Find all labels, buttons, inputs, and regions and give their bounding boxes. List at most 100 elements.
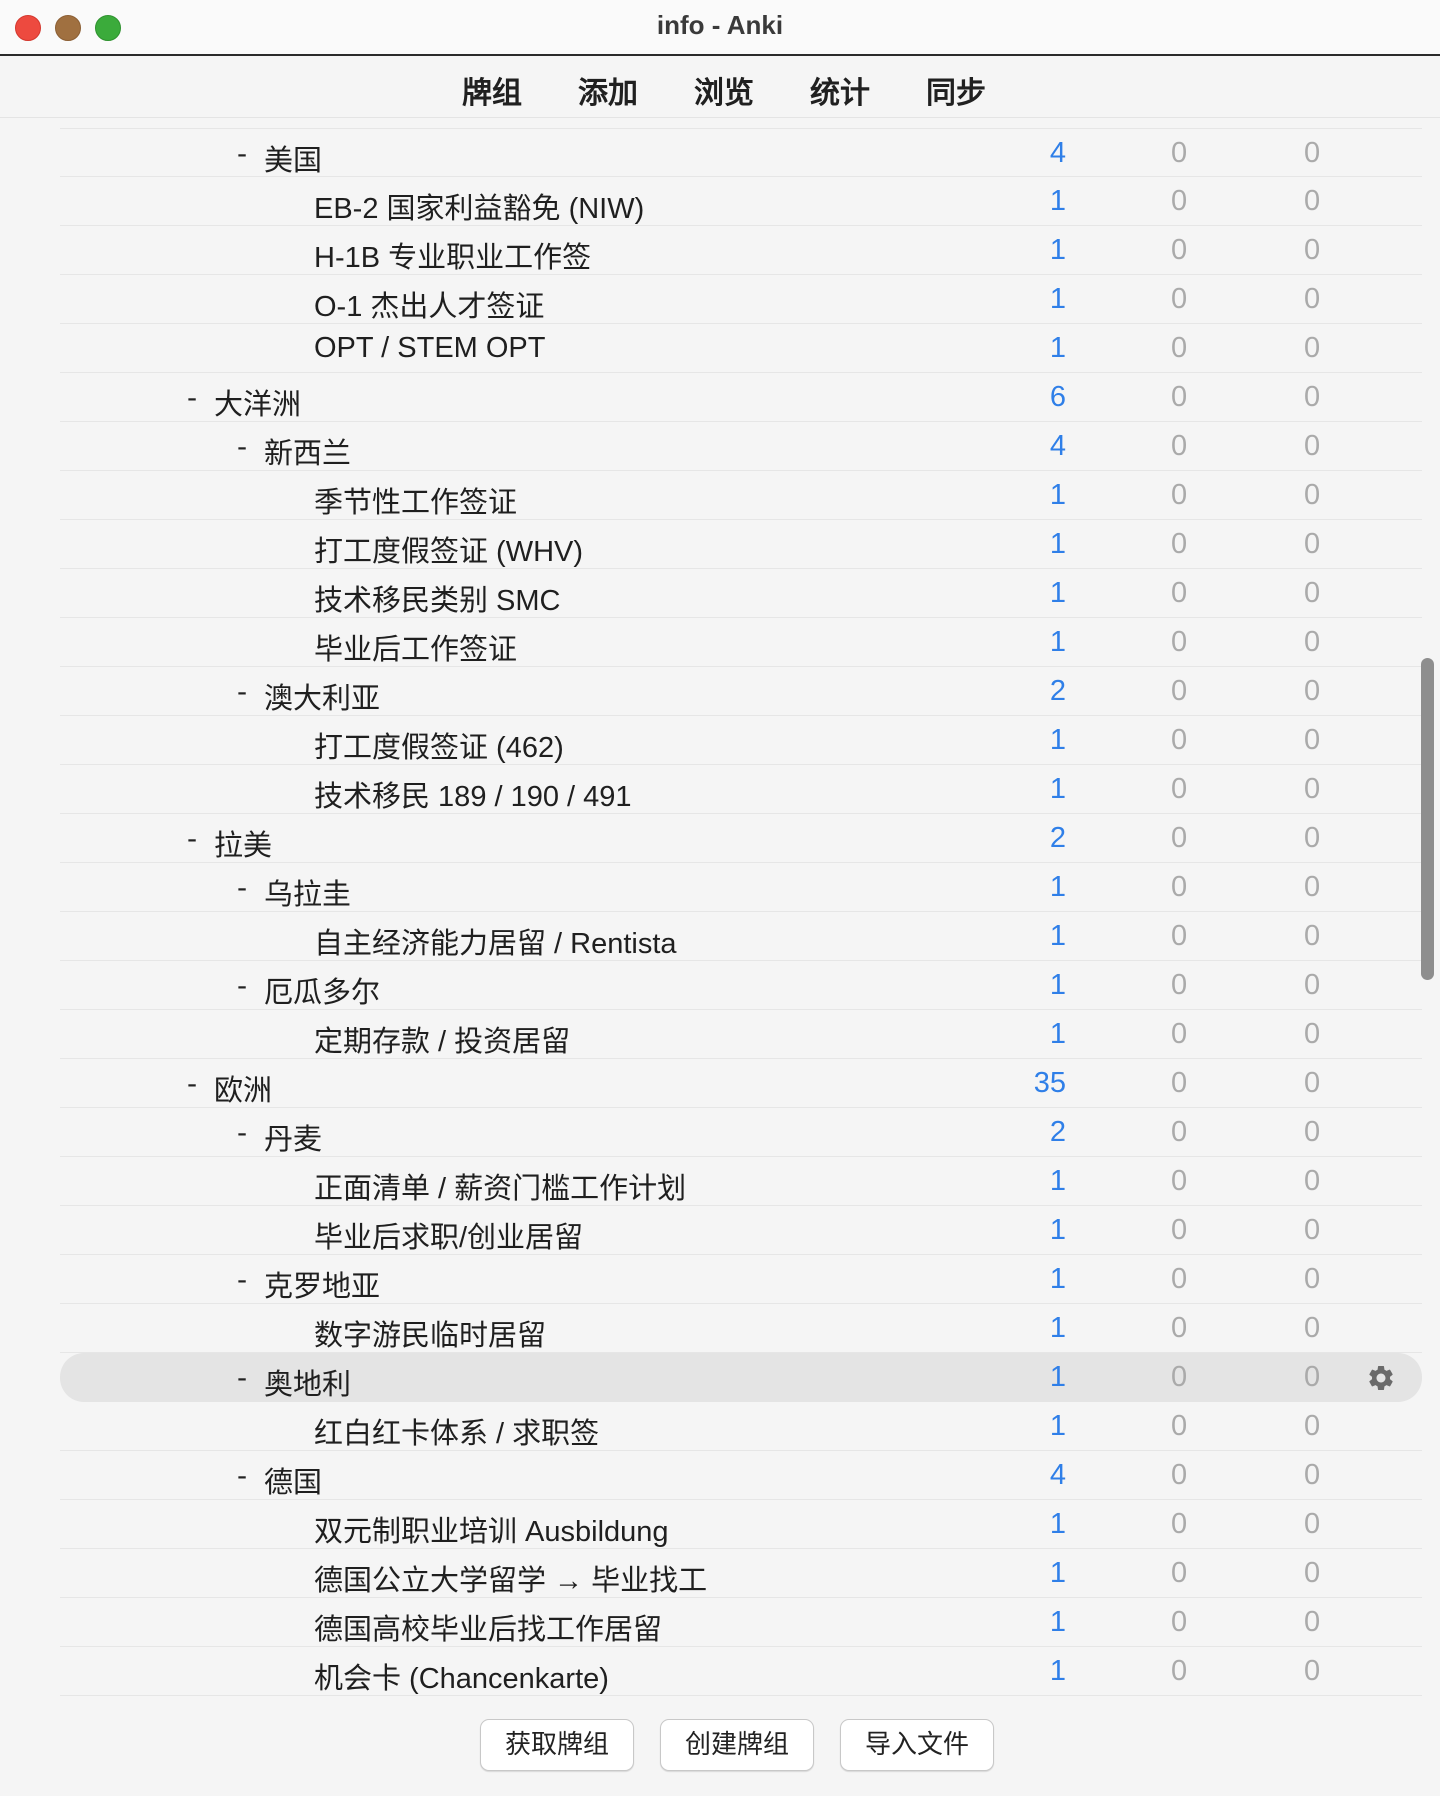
deck-name[interactable]: 丹麦 [264, 1116, 322, 1158]
new-count: 1 [1049, 626, 1066, 658]
deck-row[interactable]: OPT / STEM OPT 1 0 0 [60, 324, 1422, 373]
collapse-toggle[interactable]: - [232, 969, 252, 1002]
toolbar-sync-button[interactable]: 同步 [922, 68, 990, 112]
deck-row[interactable]: 数字游民临时居留 1 0 0 [60, 1304, 1422, 1353]
deck-row[interactable]: - 克罗地亚 1 0 0 [60, 1255, 1422, 1304]
collapse-toggle[interactable]: - [232, 1361, 252, 1394]
toolbar-decks-button[interactable]: 牌组 [458, 68, 526, 112]
deck-row[interactable]: 机会卡 (Chancenkarte) 1 0 0 [60, 1647, 1422, 1696]
deck-row[interactable]: - 丹麦 2 0 0 [60, 1108, 1422, 1157]
deck-name[interactable]: 美国 [264, 137, 322, 179]
deck-name[interactable]: OPT / STEM OPT [314, 332, 546, 365]
deck-name[interactable]: 克罗地亚 [264, 1263, 380, 1305]
deck-row[interactable]: 打工度假签证 (WHV) 1 0 0 [60, 520, 1422, 569]
anki-window: info - Anki 牌组 添加 浏览 统计 同步 - 美国 4 0 0 EB-2 国家… [0, 0, 1440, 1796]
deck-row[interactable]: - 美国 4 0 0 [60, 128, 1422, 177]
deck-name[interactable]: 打工度假签证 (WHV) [314, 528, 583, 570]
deck-row[interactable]: - 拉美 2 0 0 [60, 814, 1422, 863]
collapse-toggle[interactable]: - [232, 1459, 252, 1492]
deck-row[interactable]: 季节性工作签证 1 0 0 [60, 471, 1422, 520]
new-count: 1 [1049, 185, 1066, 217]
gear-icon[interactable] [1366, 1363, 1396, 1393]
deck-name[interactable]: 新西兰 [264, 430, 351, 472]
learn-count: 0 [1171, 1655, 1188, 1687]
deck-row[interactable]: 技术移民 189 / 190 / 491 1 0 0 [60, 765, 1422, 814]
deck-name[interactable]: EB-2 国家利益豁免 (NIW) [314, 185, 644, 227]
deck-name[interactable]: 数字游民临时居留 [314, 1312, 546, 1354]
deck-name[interactable]: H-1B 专业职业工作签 [314, 234, 591, 276]
deck-name[interactable]: 奥地利 [264, 1361, 351, 1403]
deck-name[interactable]: 技术移民类别 SMC [314, 577, 561, 619]
import-file-button[interactable]: 导入文件 [840, 1719, 994, 1771]
toolbar-stats-button[interactable]: 统计 [806, 68, 874, 112]
learn-count: 0 [1171, 871, 1188, 903]
learn-count: 0 [1171, 1459, 1188, 1491]
deck-name[interactable]: 拉美 [214, 822, 272, 864]
deck-row[interactable]: EB-2 国家利益豁免 (NIW) 1 0 0 [60, 177, 1422, 226]
deck-name[interactable]: 厄瓜多尔 [264, 969, 380, 1011]
window-title: info - Anki [656, 10, 784, 40]
deck-row[interactable]: 打工度假签证 (462) 1 0 0 [60, 716, 1422, 765]
collapse-toggle[interactable]: - [232, 137, 252, 170]
due-count: 0 [1304, 1165, 1321, 1197]
deck-name[interactable]: 澳大利亚 [264, 675, 380, 717]
deck-name[interactable]: 自主经济能力居留 / Rentista [314, 920, 677, 962]
create-deck-button[interactable]: 创建牌组 [660, 1719, 814, 1771]
deck-row[interactable]: - 澳大利亚 2 0 0 [60, 667, 1422, 716]
get-shared-decks-button[interactable]: 获取牌组 [480, 1719, 634, 1771]
deck-row[interactable]: - 大洋洲 6 0 0 [60, 373, 1422, 422]
collapse-toggle[interactable]: - [182, 381, 202, 414]
deck-name[interactable]: 德国高校毕业后找工作居留 [314, 1606, 662, 1648]
deck-name[interactable]: 双元制职业培训 Ausbildung [314, 1508, 669, 1550]
due-count: 0 [1304, 185, 1321, 217]
due-count: 0 [1304, 1410, 1321, 1442]
deck-name[interactable]: 德国公立大学留学 → 毕业找工 [314, 1557, 707, 1599]
collapse-toggle[interactable]: - [232, 871, 252, 904]
deck-name[interactable]: 红白红卡体系 / 求职签 [314, 1410, 599, 1452]
deck-name[interactable]: 毕业后求职/创业居留 [314, 1214, 583, 1256]
deck-row[interactable]: 毕业后工作签证 1 0 0 [60, 618, 1422, 667]
deck-name[interactable]: 欧洲 [214, 1067, 272, 1109]
deck-row[interactable]: 正面清单 / 薪资门槛工作计划 1 0 0 [60, 1157, 1422, 1206]
deck-name[interactable]: 大洋洲 [214, 381, 301, 423]
deck-row[interactable]: 技术移民类别 SMC 1 0 0 [60, 569, 1422, 618]
deck-name[interactable]: 季节性工作签证 [314, 479, 517, 521]
deck-row[interactable]: 德国公立大学留学 → 毕业找工 1 0 0 [60, 1549, 1422, 1598]
collapse-toggle[interactable]: - [182, 1067, 202, 1100]
toolbar-add-button[interactable]: 添加 [574, 68, 642, 112]
deck-name[interactable]: O-1 杰出人才签证 [314, 283, 544, 325]
deck-name[interactable]: 打工度假签证 (462) [314, 724, 564, 766]
deck-row[interactable]: - 乌拉圭 1 0 0 [60, 863, 1422, 912]
deck-row[interactable]: 毕业后求职/创业居留 1 0 0 [60, 1206, 1422, 1255]
deck-row[interactable]: - 欧洲 35 0 0 [60, 1059, 1422, 1108]
deck-row[interactable]: - 厄瓜多尔 1 0 0 [60, 961, 1422, 1010]
due-count: 0 [1304, 1263, 1321, 1295]
deck-row[interactable]: - 奥地利 1 0 0 [60, 1353, 1422, 1402]
deck-name[interactable]: 技术移民 189 / 190 / 491 [314, 773, 632, 815]
collapse-toggle[interactable]: - [182, 822, 202, 855]
deck-row[interactable]: - 新西兰 4 0 0 [60, 422, 1422, 471]
deck-row[interactable]: 德国高校毕业后找工作居留 1 0 0 [60, 1598, 1422, 1647]
deck-row[interactable]: 双元制职业培训 Ausbildung 1 0 0 [60, 1500, 1422, 1549]
collapse-toggle[interactable]: - [232, 430, 252, 463]
deck-name[interactable]: 德国 [264, 1459, 322, 1501]
deck-name[interactable]: 定期存款 / 投资居留 [314, 1018, 570, 1060]
collapse-toggle[interactable]: - [232, 675, 252, 708]
deck-row[interactable]: 红白红卡体系 / 求职签 1 0 0 [60, 1402, 1422, 1451]
deck-row[interactable]: - 德国 4 0 0 [60, 1451, 1422, 1500]
vertical-scrollbar-thumb[interactable] [1421, 658, 1434, 980]
new-count: 1 [1049, 1312, 1066, 1344]
deck-row[interactable]: O-1 杰出人才签证 1 0 0 [60, 275, 1422, 324]
deck-name[interactable]: 机会卡 (Chancenkarte) [314, 1655, 609, 1697]
deck-row[interactable]: 定期存款 / 投资居留 1 0 0 [60, 1010, 1422, 1059]
deck-row[interactable]: H-1B 专业职业工作签 1 0 0 [60, 226, 1422, 275]
due-count: 0 [1304, 675, 1321, 707]
collapse-toggle[interactable]: - [232, 1263, 252, 1296]
deck-row[interactable]: 自主经济能力居留 / Rentista 1 0 0 [60, 912, 1422, 961]
toolbar-browse-button[interactable]: 浏览 [690, 68, 758, 112]
collapse-toggle[interactable]: - [232, 1116, 252, 1149]
learn-count: 0 [1171, 1067, 1188, 1099]
deck-name[interactable]: 毕业后工作签证 [314, 626, 517, 668]
deck-name[interactable]: 正面清单 / 薪资门槛工作计划 [314, 1165, 686, 1207]
deck-name[interactable]: 乌拉圭 [264, 871, 351, 913]
